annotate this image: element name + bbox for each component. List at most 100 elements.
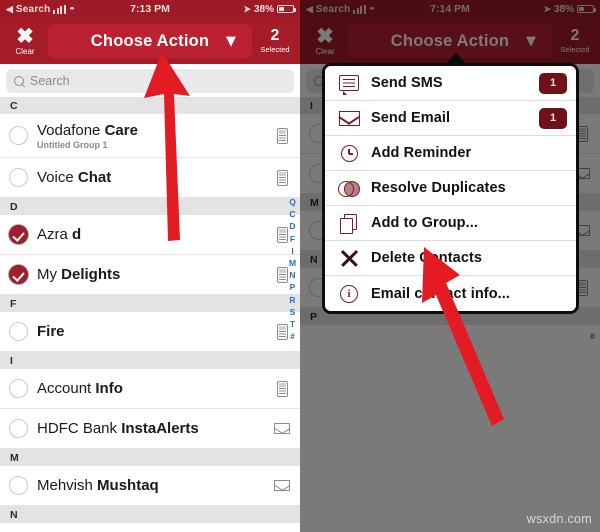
left-phone-screen: ◀ Search ◓ 7:13 PM ➤ 38% ✖ Clear Choose … [0,0,300,532]
battery-icon [277,5,296,13]
alphabet-index-letter[interactable]: M [289,257,296,269]
contact-name: Account Info [37,380,123,397]
phone-icon [276,380,288,397]
contact-row[interactable]: Account Info [0,369,300,409]
clear-button[interactable]: ✖ Clear [5,24,45,56]
contact-type-icon [272,169,292,186]
contact-row[interactable]: My Delights [0,255,300,295]
screenshot-stage: ◀ Search ◓ 7:13 PM ➤ 38% ✖ Clear Choose … [0,0,600,532]
contact-row[interactable]: Mehvish Mushtaq [0,466,300,506]
contact-row[interactable]: Azra d [0,215,300,255]
alphabet-index[interactable]: Q C D F I M N P R S T # [286,196,299,342]
contact-list[interactable]: C Vodafone Care Untitled Group 1 Voice Chat… [0,97,300,532]
menu-item[interactable]: Send SMS 1 [325,66,576,101]
contact-row[interactable]: Fire [0,312,300,352]
menu-item-icon-wrap [336,247,362,269]
menu-item-label: Email contact info... [371,285,511,302]
section-header: M [0,449,300,466]
chevron-down-icon: ▼ [226,33,236,49]
menu-item[interactable]: Add Reminder [325,136,576,171]
alphabet-index-letter[interactable]: T [290,318,295,330]
contact-group-label: Untitled Group 1 [37,139,108,150]
alphabet-index-letter[interactable]: N [289,269,295,281]
selected-count: 2 [270,27,280,44]
close-icon: ✖ [16,24,34,48]
contact-name-block: Voice Chat [37,169,272,186]
menu-item-badge: 1 [539,72,567,94]
search-bar-container: Search [0,64,300,97]
menu-item-icon-wrap [336,72,362,95]
info-icon: i [340,284,358,303]
contact-name: Mehvish Mushtaq [37,477,159,494]
mail-icon [274,480,290,491]
selected-label: Selected [260,45,290,54]
menu-item-label: Send SMS [371,75,443,91]
checkbox-unchecked[interactable] [9,476,28,495]
alphabet-index-letter[interactable]: R [289,294,295,306]
checkbox-unchecked[interactable] [9,322,28,341]
contact-row[interactable]: HDFC Bank InstaAlerts [0,409,300,449]
menu-item-icon-wrap [336,212,362,234]
contact-name-block: Vodafone Care Untitled Group 1 [37,122,272,150]
contact-name-block: Azra d [37,226,272,243]
mail-icon [338,110,360,126]
right-phone-screen: ◀ Search ◓ 7:14 PM ➤ 38% ✖ Clear Choose … [300,0,600,532]
clock-icon [340,144,358,162]
section-header: C [0,97,300,114]
alphabet-index-letter[interactable]: D [289,220,295,232]
contact-name: My Delights [37,266,121,283]
duplicates-icon [338,181,360,197]
contact-name-block: Account Info [37,380,272,397]
contact-name: Fire [37,323,65,340]
mail-icon [274,423,290,434]
checkbox-unchecked[interactable] [9,419,28,438]
menu-item-icon-wrap: i [336,283,362,305]
checkbox-unchecked[interactable] [9,379,28,398]
alphabet-index-letter[interactable]: F [290,233,295,245]
contact-row[interactable]: Distress Number [0,523,300,532]
menu-item-label: Send Email [371,110,451,126]
menu-item[interactable]: i Email contact info... [325,276,576,311]
contact-row[interactable]: Voice Chat [0,158,300,198]
nav-bar: ✖ Clear Choose Action ▼ 2 Selected [0,18,300,64]
alphabet-index-letter[interactable]: S [290,306,296,318]
menu-item-icon-wrap [336,177,362,199]
popup-pointer-icon [445,53,467,64]
alphabet-index-letter[interactable]: # [290,330,295,342]
menu-item-icon-wrap [336,142,362,164]
contact-name-block: My Delights [37,266,272,283]
search-icon [14,75,25,87]
contact-type-icon [272,380,292,397]
section-header: I [0,352,300,369]
menu-item-label: Add Reminder [371,145,472,161]
section-header: N [0,506,300,523]
choose-action-button[interactable]: Choose Action ▼ [48,24,252,58]
group-icon [339,213,359,234]
alphabet-index-letter[interactable]: P [290,281,296,293]
status-bar: ◀ Search ◓ 7:13 PM ➤ 38% [0,0,300,18]
watermark-label: wsxdn.com [526,512,592,526]
menu-item[interactable]: Send Email 1 [325,101,576,136]
alphabet-index-letter[interactable]: Q [289,196,296,208]
menu-item-label: Delete Contacts [371,250,483,266]
status-right: ➤ 38% [243,4,296,15]
section-header: D [0,198,300,215]
alphabet-index-letter[interactable]: C [289,208,295,220]
menu-item[interactable]: Delete Contacts [325,241,576,276]
contact-name: Voice Chat [37,169,112,186]
contact-name-block: Mehvish Mushtaq [37,477,272,494]
menu-item[interactable]: Add to Group... [325,206,576,241]
contact-row[interactable]: Vodafone Care Untitled Group 1 [0,114,300,158]
phone-icon [276,169,288,186]
menu-item[interactable]: Resolve Duplicates [325,171,576,206]
checkbox-unchecked[interactable] [9,168,28,187]
contact-name: Vodafone Care [37,121,138,139]
checkbox-unchecked[interactable] [9,126,28,145]
checkbox-checked[interactable] [9,265,28,284]
menu-item-label: Resolve Duplicates [371,180,506,196]
checkbox-checked[interactable] [9,225,28,244]
contact-name-block: HDFC Bank InstaAlerts [37,420,272,437]
search-input[interactable]: Search [6,69,294,93]
selected-counter: 2 Selected [255,27,295,55]
alphabet-index-letter[interactable]: I [291,245,293,257]
